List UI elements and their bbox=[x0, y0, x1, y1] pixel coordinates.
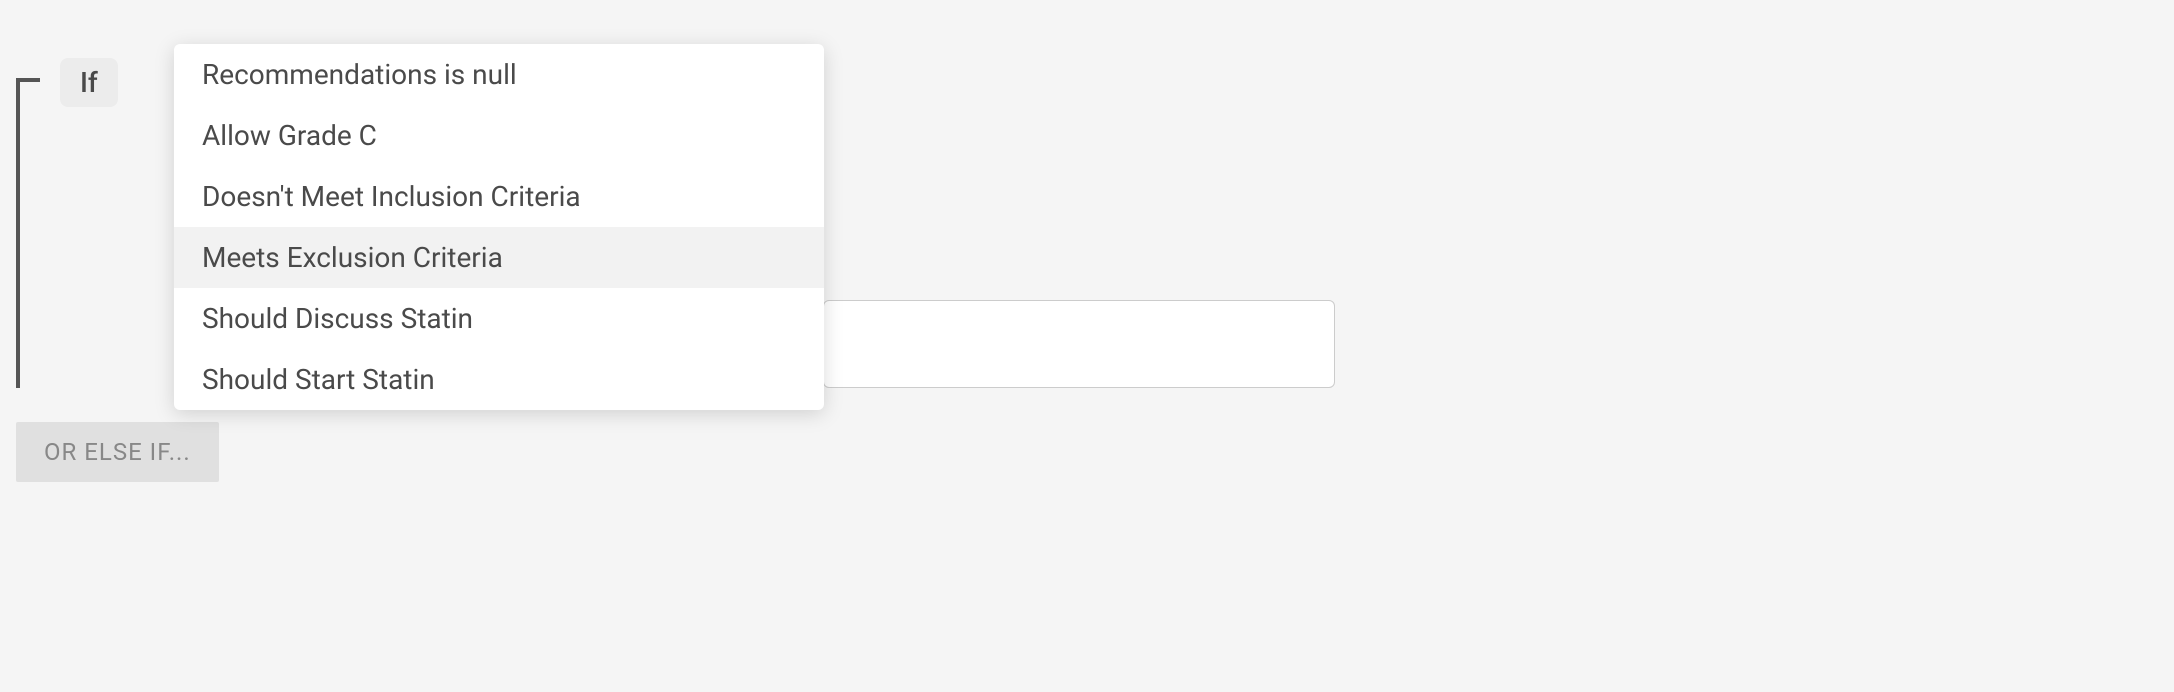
or-else-if-button[interactable]: OR ELSE IF... bbox=[16, 422, 219, 482]
condition-value-input[interactable] bbox=[823, 300, 1335, 388]
condition-bracket bbox=[16, 78, 40, 388]
dropdown-item[interactable]: Doesn't Meet Inclusion Criteria bbox=[174, 166, 824, 227]
dropdown-item-label: Recommendations is null bbox=[202, 58, 517, 91]
dropdown-item[interactable]: Meets Exclusion Criteria bbox=[174, 227, 824, 288]
dropdown-item-label: Allow Grade C bbox=[202, 119, 377, 152]
dropdown-item-label: Should Discuss Statin bbox=[202, 302, 473, 335]
if-label: If bbox=[80, 66, 98, 99]
dropdown-item-label: Doesn't Meet Inclusion Criteria bbox=[202, 180, 581, 213]
if-chip: If bbox=[60, 58, 118, 107]
dropdown-item[interactable]: Allow Grade C bbox=[174, 105, 824, 166]
dropdown-item[interactable]: Should Discuss Statin bbox=[174, 288, 824, 349]
dropdown-item-label: Should Start Statin bbox=[202, 363, 435, 396]
condition-dropdown[interactable]: Recommendations is null Allow Grade C Does… bbox=[174, 44, 824, 410]
or-else-if-label: OR ELSE IF... bbox=[44, 438, 191, 466]
dropdown-item-label: Meets Exclusion Criteria bbox=[202, 241, 503, 274]
dropdown-item[interactable]: Should Start Statin bbox=[174, 349, 824, 410]
dropdown-item[interactable]: Recommendations is null bbox=[174, 44, 824, 105]
